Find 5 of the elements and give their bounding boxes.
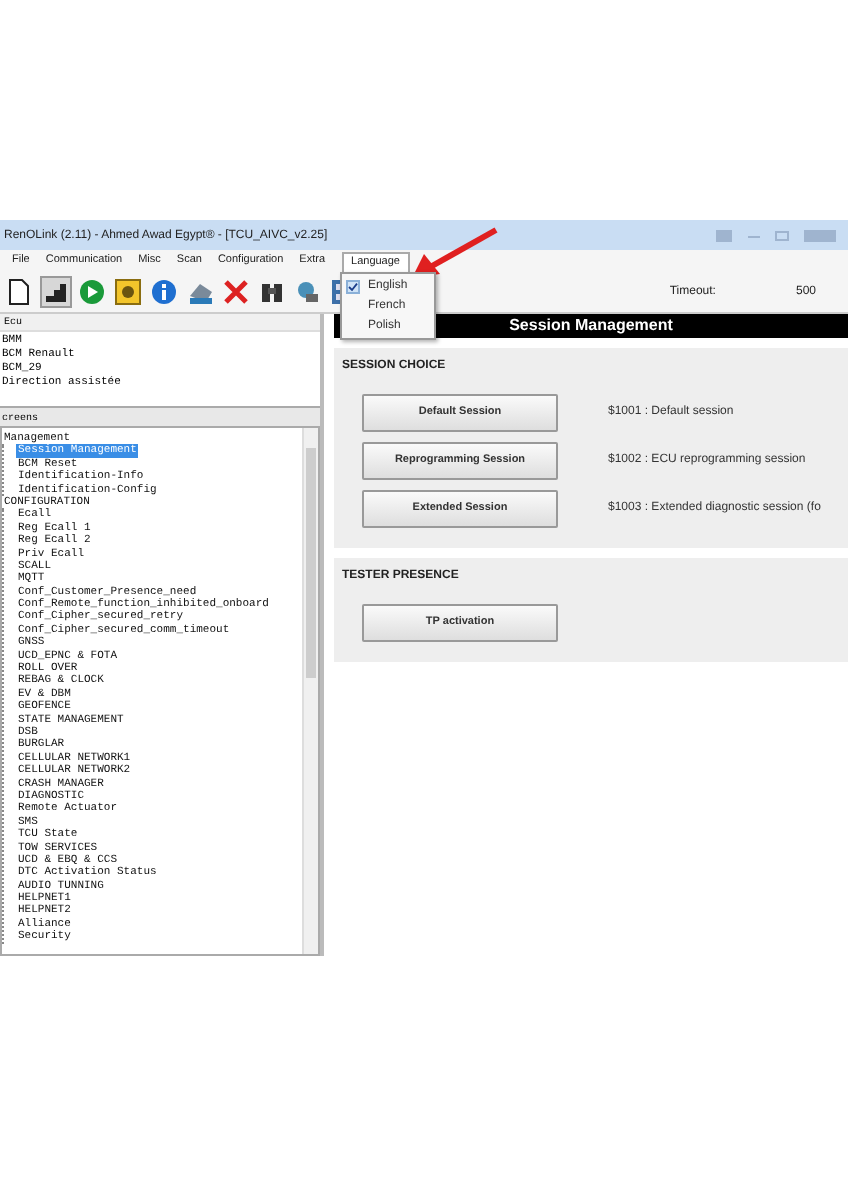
close-icon[interactable] — [220, 276, 252, 308]
scrollbar[interactable] — [302, 428, 318, 954]
info-icon[interactable] — [148, 276, 180, 308]
bar-chart-icon[interactable] — [40, 276, 72, 308]
play-icon[interactable] — [76, 276, 108, 308]
